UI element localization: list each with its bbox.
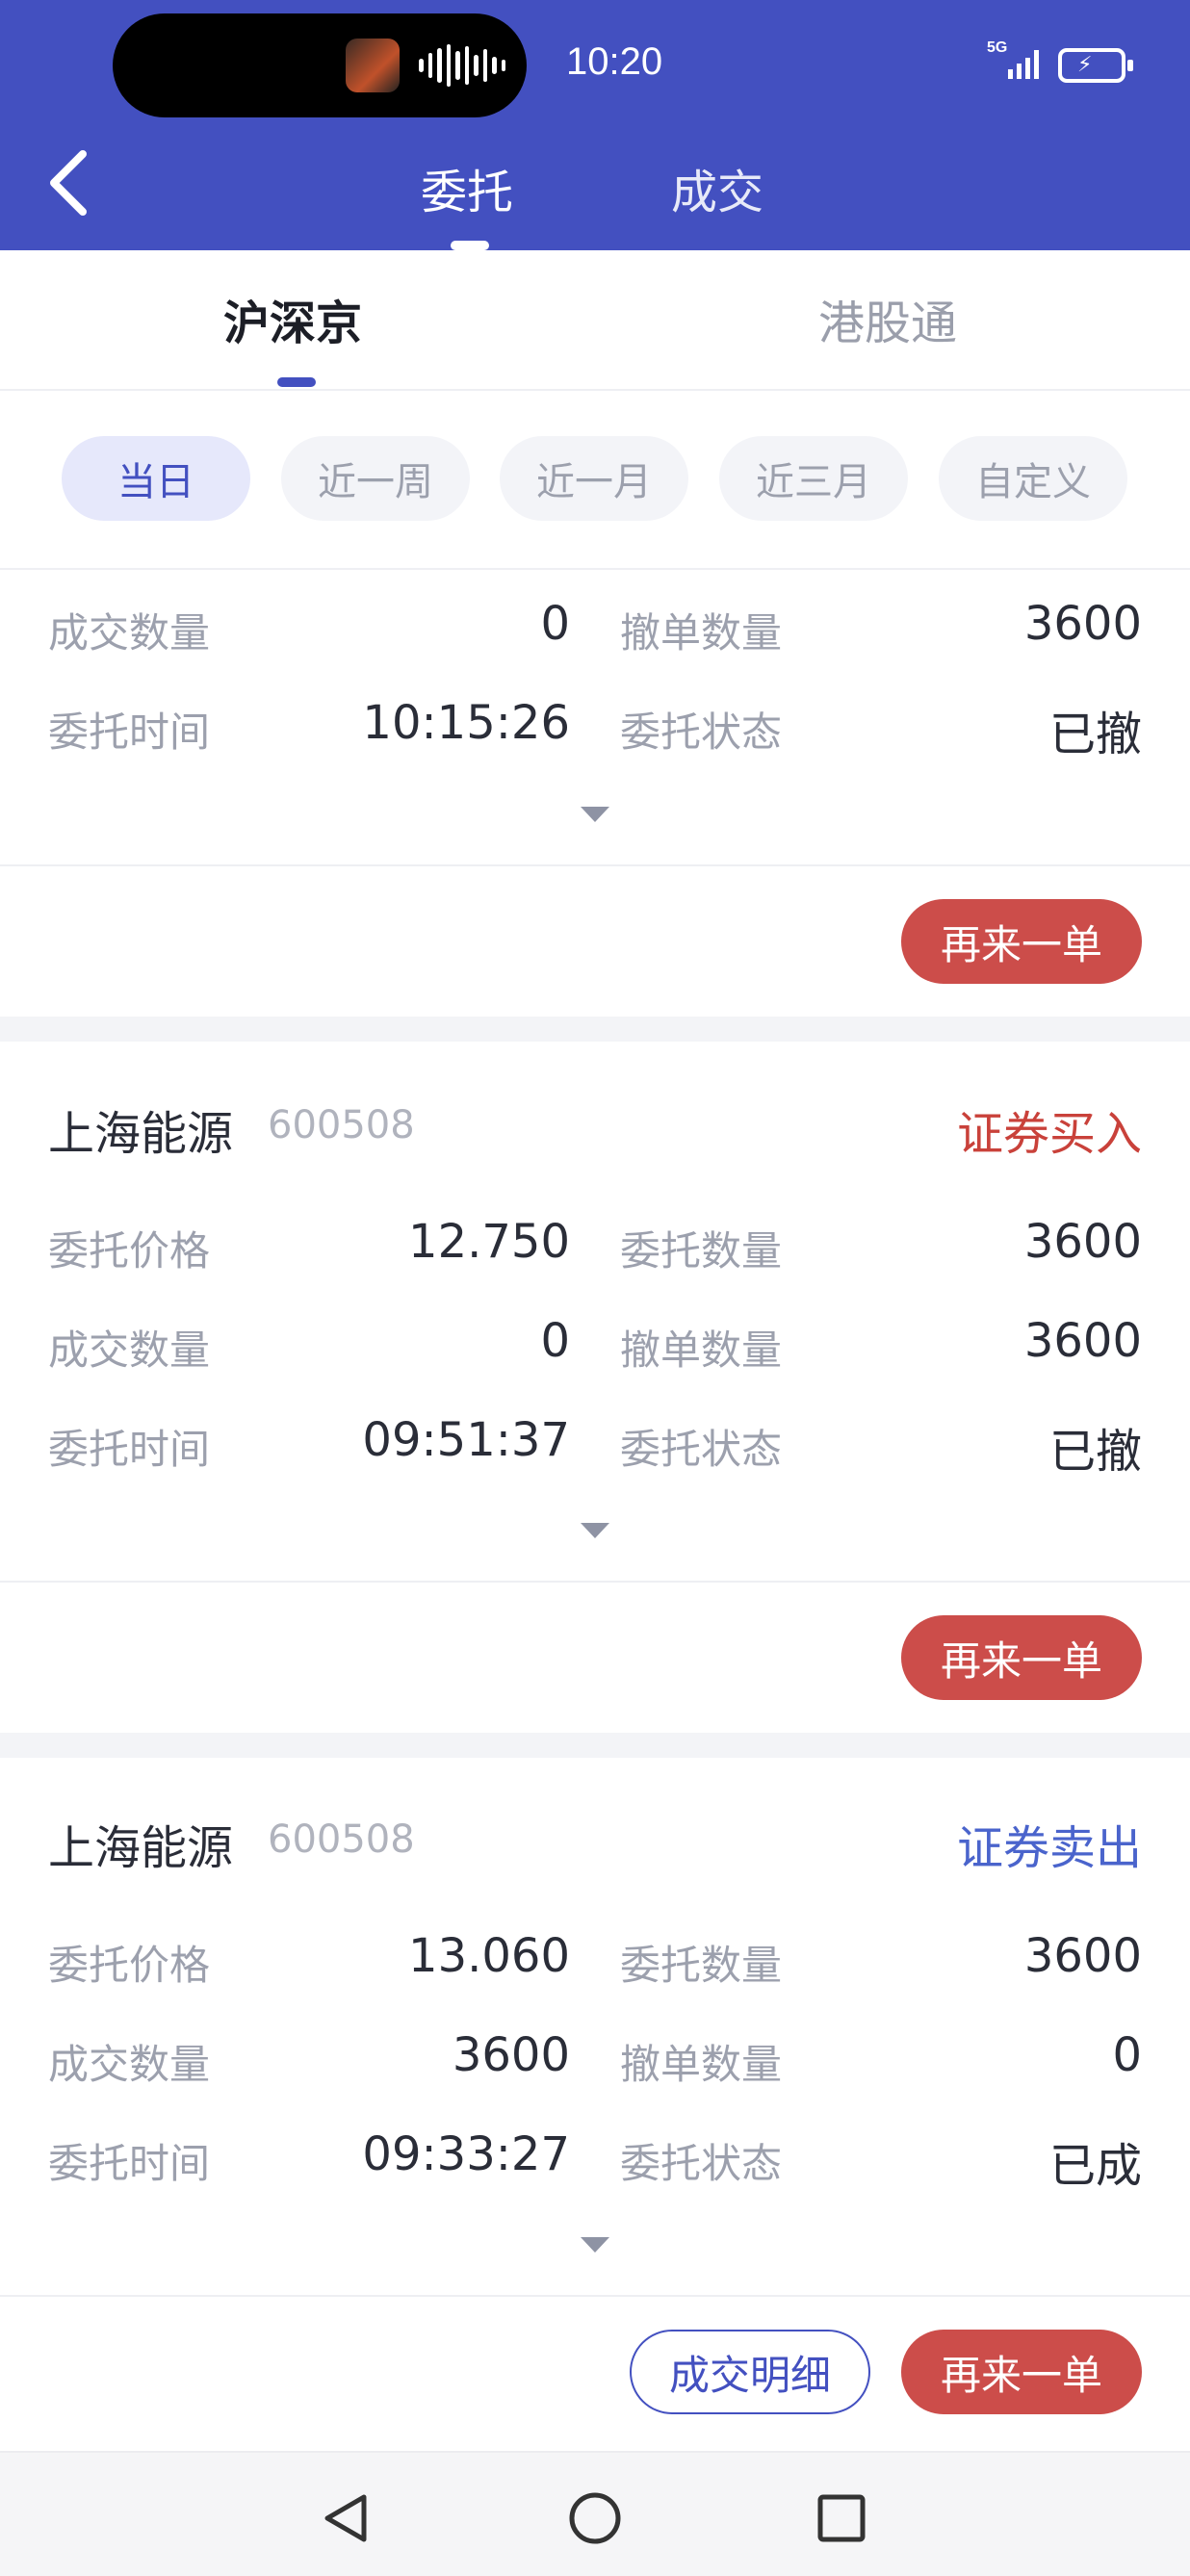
order-time-label: 委托时间 — [48, 708, 211, 756]
divider — [0, 1581, 1190, 1583]
filter-month[interactable]: 近一月 — [500, 436, 688, 521]
battery-icon: ⚡ — [1058, 48, 1133, 83]
order-status-value: 已撤 — [1048, 1425, 1142, 1479]
nav-back-button[interactable] — [318, 2489, 375, 2547]
circle-home-icon — [569, 2492, 621, 2544]
order-price-value: 13.060 — [408, 1929, 570, 1983]
filter-week[interactable]: 近一周 — [281, 436, 470, 521]
active-tab-indicator — [451, 241, 489, 250]
tab-orders[interactable]: 委托 — [421, 154, 513, 221]
order-qty-label: 委托数量 — [620, 1942, 783, 1989]
stock-code: 600508 — [268, 1817, 415, 1862]
section-gap — [0, 1733, 1190, 1758]
stock-name: 上海能源 — [48, 1821, 234, 1875]
order-time-label: 委托时间 — [48, 2140, 211, 2187]
deal-detail-button[interactable]: 成交明细 — [630, 2330, 870, 2414]
media-thumbnail — [346, 39, 400, 92]
filled-qty-value: 0 — [540, 1314, 570, 1368]
top-header: 10:20 5G ⚡ 委托 成交 — [0, 0, 1190, 250]
cancelled-qty-label: 撤单数量 — [620, 1327, 783, 1374]
order-side: 证券买入 — [956, 1107, 1142, 1161]
reorder-button[interactable]: 再来一单 — [901, 1615, 1142, 1700]
back-button[interactable] — [42, 144, 100, 221]
order-status-label: 委托状态 — [620, 2140, 783, 2187]
order-status-value: 已成 — [1048, 2139, 1142, 2193]
filled-qty-value: 0 — [540, 597, 570, 651]
chevron-left-icon — [50, 150, 87, 216]
divider — [0, 864, 1190, 866]
cancelled-qty-label: 撤单数量 — [620, 609, 783, 657]
reorder-button[interactable]: 再来一单 — [901, 2330, 1142, 2414]
cellular-signal-icon: 5G — [987, 40, 1045, 81]
order-qty-value: 3600 — [1023, 1215, 1142, 1269]
cancelled-qty-value: 3600 — [1023, 597, 1142, 651]
order-qty-value: 3600 — [1023, 1929, 1142, 1983]
stock-name: 上海能源 — [48, 1107, 234, 1161]
order-status-value: 已撤 — [1048, 708, 1142, 761]
stock-code: 600508 — [268, 1103, 415, 1147]
order-price-label: 委托价格 — [48, 1227, 211, 1275]
market-tab-hk-connect[interactable]: 港股通 — [818, 285, 957, 352]
status-time: 10:20 — [566, 40, 663, 83]
order-price-label: 委托价格 — [48, 1942, 211, 1989]
expand-arrow-icon[interactable] — [581, 2237, 609, 2253]
order-time-label: 委托时间 — [48, 1426, 211, 1473]
order-time-value: 09:33:27 — [362, 2127, 570, 2181]
filter-today[interactable]: 当日 — [62, 436, 250, 521]
order-status-label: 委托状态 — [620, 708, 783, 756]
cancelled-qty-value: 3600 — [1023, 1314, 1142, 1368]
filled-qty-label: 成交数量 — [48, 609, 211, 657]
filled-qty-value: 3600 — [452, 2028, 570, 2082]
order-status-label: 委托状态 — [620, 1426, 783, 1473]
filter-three-months[interactable]: 近三月 — [719, 436, 908, 521]
cancelled-qty-value: 0 — [1112, 2028, 1142, 2082]
order-time-value: 10:15:26 — [362, 696, 570, 750]
system-navigation-bar — [0, 2451, 1190, 2576]
divider — [0, 2295, 1190, 2297]
market-tab-a-share[interactable]: 沪深京 — [223, 285, 362, 352]
square-recents-icon — [817, 2494, 866, 2542]
audio-wave-icon — [419, 42, 505, 89]
filled-qty-label: 成交数量 — [48, 1327, 211, 1374]
nav-recents-button[interactable] — [813, 2489, 870, 2547]
divider — [0, 568, 1190, 570]
expand-arrow-icon[interactable] — [581, 1523, 609, 1538]
cancelled-qty-label: 撤单数量 — [620, 2041, 783, 2088]
order-side: 证券卖出 — [956, 1821, 1142, 1875]
expand-arrow-icon[interactable] — [581, 807, 609, 822]
section-gap — [0, 1017, 1190, 1042]
order-qty-label: 委托数量 — [620, 1227, 783, 1275]
triangle-back-icon — [324, 2494, 367, 2542]
order-time-value: 09:51:37 — [362, 1413, 570, 1467]
tab-deals[interactable]: 成交 — [671, 154, 763, 221]
market-tab-indicator — [277, 377, 316, 387]
filled-qty-label: 成交数量 — [48, 2041, 211, 2088]
filter-custom[interactable]: 自定义 — [939, 436, 1127, 521]
reorder-button[interactable]: 再来一单 — [901, 899, 1142, 984]
order-price-value: 12.750 — [408, 1215, 570, 1269]
nav-home-button[interactable] — [566, 2489, 624, 2547]
divider — [0, 389, 1190, 391]
